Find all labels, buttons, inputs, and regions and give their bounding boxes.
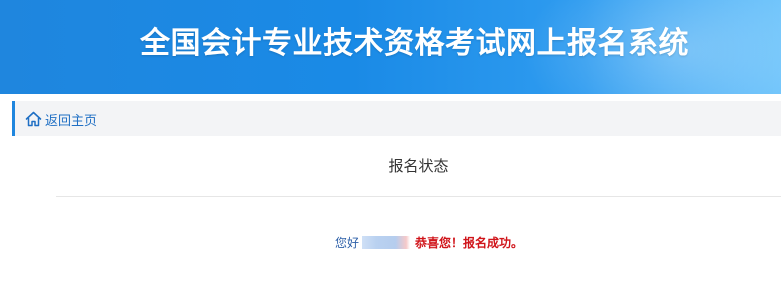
divider [56,196,781,197]
registration-status-title: 报名状态 [388,157,449,175]
breadcrumb: 返回主页 [12,101,781,136]
home-link-label: 返回主页 [45,113,98,129]
greeting-text: 您好 [335,236,360,250]
username-redacted [362,236,411,249]
status-message: 您好 恭喜您！报名成功。 [335,234,523,251]
home-link[interactable]: 返回主页 [25,109,97,129]
site-header: 全国会计专业技术资格考试网上报名系统 [0,0,781,94]
site-title: 全国会计专业技术资格考试网上报名系统 [140,26,689,61]
success-message: 恭喜您！报名成功。 [415,236,524,250]
home-icon [25,111,42,127]
